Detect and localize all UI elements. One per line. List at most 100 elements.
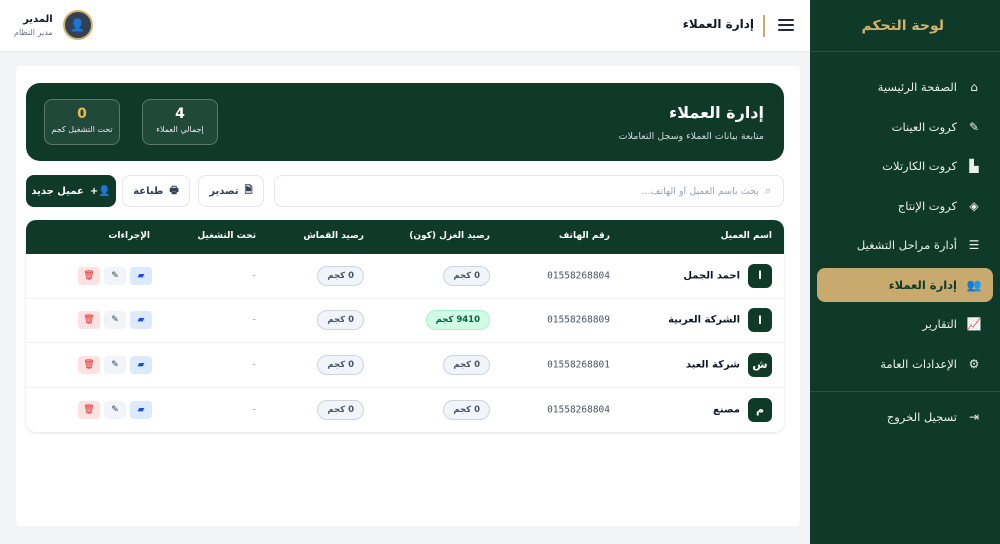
delete-button[interactable]: 🗑	[78, 355, 100, 374]
logout-label: تسجيل الخروج	[886, 409, 957, 424]
edit-icon: ✎	[111, 404, 119, 415]
building-icon: ▙	[969, 159, 979, 173]
table-row: م مصنع 01558268804 0 كجم 0 كجم - ▰ ✎ 🗑	[26, 388, 784, 433]
column-header: الإجراءات	[108, 231, 150, 241]
under-operation-value: -	[252, 359, 256, 371]
view-folder-button[interactable]: ▰	[130, 355, 152, 374]
sidebar-item-label: كروت العينات	[891, 119, 957, 134]
under-operation-value: -	[252, 270, 256, 282]
user-plus-icon: 👤+	[89, 185, 111, 197]
sidebar-item-cartel-cards[interactable]: ▙ كروت الكارتلات	[817, 149, 993, 183]
stat-under-operation: 0 تحت التشغيل كجم	[44, 99, 120, 145]
export-button[interactable]: 🗎 تصدير	[198, 175, 264, 207]
user-profile[interactable]: 👤 المدير مدير النظام	[14, 10, 93, 40]
print-button[interactable]: 🖶 طباعة	[122, 175, 190, 207]
edit-icon: ✎	[111, 270, 119, 281]
sidebar-title: لوحة التحكم	[810, 0, 1000, 52]
edit-button[interactable]: ✎	[104, 311, 126, 330]
yarn-balance-badge: 0 كجم	[443, 399, 490, 420]
yarn-balance-badge: 9410 كجم	[425, 310, 490, 331]
folder-icon: ▰	[137, 270, 145, 281]
client-phone: 01558268804	[547, 404, 610, 416]
table-row: ش شركة العبد 01558268801 0 كجم 0 كجم - ▰…	[26, 343, 784, 388]
sidebar-item-home[interactable]: ⌂ الصفحة الرئيسية	[817, 70, 993, 104]
client-phone: 01558268809	[547, 314, 610, 326]
sidebar-item-production-cards[interactable]: ◈ كروت الإنتاج	[817, 189, 993, 223]
sidebar-item-reports[interactable]: 📈 التقارير	[817, 307, 993, 341]
delete-button[interactable]: 🗑	[78, 400, 100, 419]
sidebar-item-sample-cards[interactable]: ✎ كروت العينات	[817, 110, 993, 144]
edit-icon: ✎	[111, 359, 119, 370]
client-name: احمد الجمل	[683, 270, 740, 282]
folder-icon: ▰	[137, 359, 145, 370]
fabric-balance-badge: 0 كجم	[317, 354, 364, 375]
home-icon: ⌂	[970, 80, 978, 94]
column-header: اسم العميل	[720, 231, 772, 241]
stat-label: إجمالي العملاء	[156, 125, 204, 134]
table-header: اسم العميل رقم الهاتف رصيد الغزل (كون) ر…	[26, 220, 784, 254]
client-name: مصنع	[713, 404, 740, 416]
column-header: رصيد القماش	[303, 231, 364, 241]
page-title: إدارة العملاء	[682, 17, 754, 31]
edit-button[interactable]: ✎	[104, 266, 126, 285]
sidebar-item-label: الصفحة الرئيسية	[877, 80, 957, 94]
trash-icon: 🗑	[83, 315, 95, 326]
sidebar-item-operation-stages[interactable]: ☰ أدارة مراحل التشغيل	[817, 228, 993, 262]
sidebar-item-label: كروت الكارتلات	[882, 159, 957, 173]
sidebar-item-clients[interactable]: 👥 إدارة العملاء	[817, 267, 993, 302]
column-header: رصيد الغزل (كون)	[409, 231, 490, 241]
page-header-card: إدارة العملاء متابعة بيانات العملاء وسجل…	[26, 83, 784, 161]
users-icon: 👥	[966, 277, 982, 292]
header-subtitle: متابعة بيانات العملاء وسجل التعاملات	[618, 131, 764, 142]
yarn-balance-badge: 0 كجم	[443, 265, 490, 286]
folder-icon: ▰	[137, 315, 145, 326]
sidebar-item-label: كروت الإنتاج	[897, 198, 957, 213]
client-initial-badge: ا	[748, 308, 772, 333]
sidebar-item-label: الإعدادات العامة	[880, 356, 957, 371]
search-icon: ⌕	[764, 184, 771, 197]
avatar: 👤	[62, 10, 93, 40]
client-phone: 01558268804	[547, 270, 610, 282]
client-initial-badge: م	[748, 397, 772, 422]
table-row: ا الشركة العربية 01558268809 9410 كجم 0 …	[26, 299, 784, 343]
edit-button[interactable]: ✎	[104, 355, 126, 374]
edit-button[interactable]: ✎	[104, 400, 126, 419]
client-phone: 01558268801	[547, 359, 610, 371]
delete-button[interactable]: 🗑	[78, 311, 100, 330]
pen-icon: ✎	[968, 119, 980, 134]
client-name: الشركة العربية	[668, 314, 740, 326]
logout-icon: ⇥	[968, 409, 980, 424]
gear-icon: ⚙	[968, 356, 980, 371]
search-input[interactable]	[298, 185, 759, 197]
sidebar-item-label: إدارة العملاء	[888, 277, 957, 292]
add-client-button[interactable]: 👤+ عميل جديد	[26, 175, 116, 207]
logout-button[interactable]: ⇥ تسجيل الخروج	[817, 400, 993, 434]
search-box: ⌕	[274, 175, 784, 207]
menu-toggle-button[interactable]	[778, 16, 794, 34]
sidebar-item-settings[interactable]: ⚙ الإعدادات العامة	[817, 347, 993, 381]
chart-icon: 📈	[966, 317, 982, 331]
trash-icon: 🗑	[83, 359, 95, 370]
topbar: إدارة العملاء 👤 المدير مدير النظام	[0, 0, 810, 52]
under-operation-value: -	[252, 314, 256, 326]
header-title: إدارة العملاء	[669, 103, 764, 122]
view-folder-button[interactable]: ▰	[130, 266, 152, 285]
sidebar: لوحة التحكم ⌂ الصفحة الرئيسية ✎ كروت الع…	[810, 0, 1000, 544]
edit-icon: ✎	[111, 315, 119, 326]
toolbar: ⌕ 🗎 تصدير 🖶 طباعة 👤+ عميل جديد	[26, 175, 784, 209]
main-content: إدارة العملاء متابعة بيانات العملاء وسجل…	[16, 66, 800, 526]
layers-icon: ◈	[969, 198, 979, 213]
printer-icon: 🖶	[169, 184, 179, 196]
hamburger-icon	[778, 19, 794, 21]
client-initial-badge: ا	[748, 263, 772, 288]
folder-icon: ▰	[137, 404, 145, 415]
under-operation-value: -	[252, 404, 256, 416]
client-initial-badge: ش	[748, 352, 772, 377]
delete-button[interactable]: 🗑	[78, 266, 100, 285]
stat-value: 4	[175, 106, 185, 122]
table-row: ا احمد الجمل 01558268804 0 كجم 0 كجم - ▰…	[26, 254, 784, 299]
file-export-icon: 🗎	[244, 184, 253, 196]
view-folder-button[interactable]: ▰	[130, 311, 152, 330]
view-folder-button[interactable]: ▰	[130, 400, 152, 419]
sidebar-nav: ⌂ الصفحة الرئيسية ✎ كروت العينات ▙ كروت …	[810, 52, 1000, 434]
